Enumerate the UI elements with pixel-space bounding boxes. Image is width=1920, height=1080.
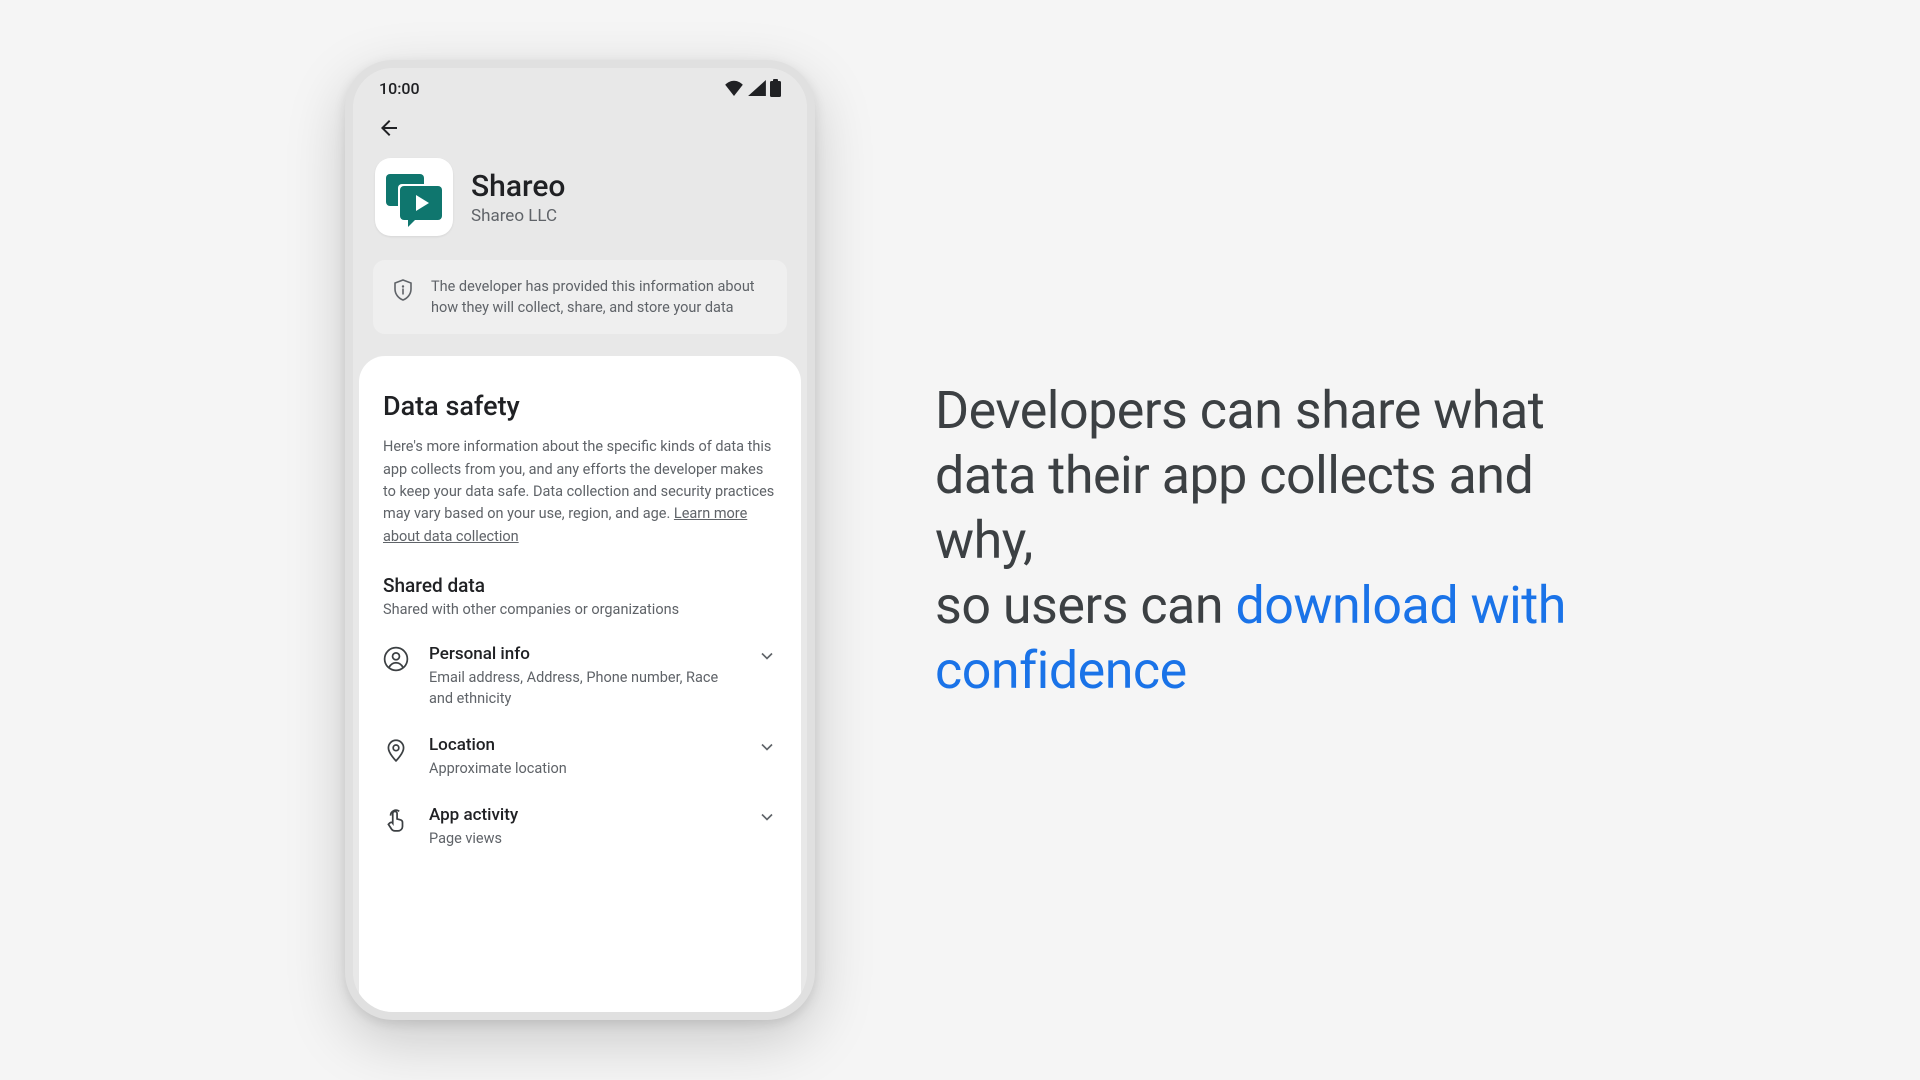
data-safety-body: Here's more information about the specif… <box>383 436 777 548</box>
location-pin-icon <box>383 737 409 763</box>
status-bar: 10:00 <box>353 68 807 108</box>
chevron-down-icon <box>757 737 777 757</box>
phone-screen: 10:00 Shareo Shareo LLC <box>353 68 807 1012</box>
wifi-icon <box>724 80 744 96</box>
hero-text: Developers can share what data their app… <box>935 378 1575 703</box>
shield-info-icon <box>391 278 415 302</box>
back-button[interactable] <box>375 114 403 142</box>
hero-line1: Developers can share what data their app… <box>935 380 1544 571</box>
touch-icon <box>383 807 409 833</box>
row-title: App activity <box>429 805 737 825</box>
nav-row <box>353 108 807 154</box>
shared-data-subtitle: Shared with other companies or organizat… <box>383 601 777 618</box>
chevron-down-icon <box>757 807 777 827</box>
row-subtitle: Page views <box>429 829 737 849</box>
app-header: Shareo Shareo LLC <box>353 154 807 254</box>
shared-item-personal-info[interactable]: Personal info Email address, Address, Ph… <box>383 644 777 709</box>
hero-line2: so users can <box>935 575 1235 636</box>
app-name: Shareo <box>471 169 565 204</box>
shared-item-app-activity[interactable]: App activity Page views <box>383 805 777 849</box>
battery-icon <box>770 79 781 97</box>
app-icon <box>375 158 453 236</box>
row-title: Location <box>429 735 737 755</box>
status-icons <box>724 79 781 97</box>
shared-data-title: Shared data <box>383 574 777 597</box>
status-time: 10:00 <box>379 79 420 98</box>
side-button <box>807 308 811 378</box>
row-subtitle: Approximate location <box>429 759 737 779</box>
data-safety-title: Data safety <box>383 390 777 422</box>
phone-frame: 10:00 Shareo Shareo LLC <box>345 60 815 1020</box>
data-safety-card: Data safety Here's more information abou… <box>359 356 801 1012</box>
chevron-down-icon <box>757 646 777 666</box>
shared-item-location[interactable]: Location Approximate location <box>383 735 777 779</box>
developer-notice-card: The developer has provided this informat… <box>373 260 787 334</box>
app-developer: Shareo LLC <box>471 206 565 226</box>
developer-notice-text: The developer has provided this informat… <box>431 276 769 318</box>
person-icon <box>383 646 409 672</box>
arrow-left-icon <box>377 116 401 140</box>
row-subtitle: Email address, Address, Phone number, Ra… <box>429 668 737 709</box>
cell-signal-icon <box>748 80 766 96</box>
row-title: Personal info <box>429 644 737 664</box>
